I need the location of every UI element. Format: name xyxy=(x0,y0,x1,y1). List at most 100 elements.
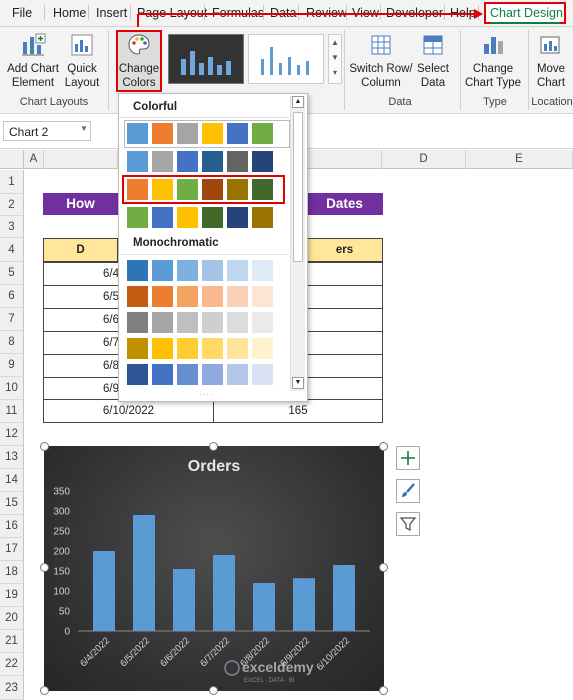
move-chart-label-2: Chart xyxy=(536,77,566,89)
add-chart-element-label-1: Add Chart xyxy=(7,63,59,75)
chart-style-thumbnail-light[interactable] xyxy=(248,34,324,84)
y-tick-label: 0 xyxy=(64,627,70,638)
bar[interactable] xyxy=(133,515,155,631)
bar[interactable] xyxy=(173,569,195,631)
color-swatch xyxy=(177,286,198,307)
x-tick-label: 6/5/2022 xyxy=(118,635,152,669)
colorful-palette-option[interactable] xyxy=(124,120,290,148)
resize-handle-bottom-left[interactable] xyxy=(40,686,49,695)
row-header[interactable]: 5 xyxy=(0,262,24,285)
monochromatic-palette-option[interactable] xyxy=(127,338,287,360)
watermark-name: exceldemy xyxy=(242,659,314,675)
color-swatch xyxy=(152,286,173,307)
chart-elements-button[interactable] xyxy=(396,446,420,470)
resize-handle-bottom[interactable] xyxy=(209,686,218,695)
column-header-e[interactable]: E xyxy=(466,150,573,169)
row-header[interactable]: 15 xyxy=(0,492,24,515)
quick-layout-button[interactable]: Quick Layout xyxy=(60,32,104,90)
scroll-up-button[interactable]: ▲ xyxy=(292,96,304,108)
row-header[interactable]: 1 xyxy=(0,170,24,194)
y-tick-label: 250 xyxy=(53,527,70,538)
select-all-corner[interactable] xyxy=(0,150,24,169)
section-divider xyxy=(119,117,289,118)
name-box-dropdown-icon[interactable]: ▼ xyxy=(80,124,88,133)
row-header[interactable]: 8 xyxy=(0,331,24,354)
resize-handle-right[interactable] xyxy=(379,563,388,572)
row-header[interactable]: 16 xyxy=(0,515,24,538)
bar[interactable] xyxy=(333,565,355,631)
dropdown-scrollbar[interactable]: ▲ ▼ xyxy=(290,96,305,391)
select-data-icon xyxy=(423,35,443,55)
row-header[interactable]: 4 xyxy=(0,238,24,262)
color-swatch xyxy=(227,123,248,144)
group-divider xyxy=(528,30,529,110)
date-cell-last[interactable]: 6/10/2022 xyxy=(43,399,214,423)
monochromatic-palette-option[interactable] xyxy=(127,286,287,308)
add-chart-element-label-2: Element xyxy=(11,77,55,89)
bar[interactable] xyxy=(253,583,275,631)
add-chart-element-button[interactable]: Add Chart Element xyxy=(4,32,62,90)
color-swatch xyxy=(227,312,248,333)
orders-cell-last[interactable]: 165 xyxy=(213,399,383,423)
row-header[interactable]: 12 xyxy=(0,423,24,446)
bar[interactable] xyxy=(213,555,235,631)
column-header-d[interactable]: D xyxy=(382,150,466,169)
row-header[interactable]: 22 xyxy=(0,653,24,676)
group-label-chart-layouts: Chart Layouts xyxy=(19,96,89,108)
scroll-down-button[interactable]: ▼ xyxy=(292,377,304,389)
name-box[interactable]: Chart 2 xyxy=(3,121,91,141)
column-header-b[interactable] xyxy=(44,150,118,169)
move-chart-button[interactable]: Move Chart xyxy=(530,32,572,90)
monochromatic-palette-option[interactable] xyxy=(127,260,287,282)
row-header[interactable]: 10 xyxy=(0,377,24,400)
scroll-thumb[interactable] xyxy=(293,112,303,262)
colorful-palette-option[interactable] xyxy=(127,207,287,229)
switch-row-column-button[interactable]: Switch Row/ Column xyxy=(348,32,414,90)
color-swatch xyxy=(202,207,223,228)
row-header[interactable]: 20 xyxy=(0,607,24,630)
header-cell-date[interactable]: D xyxy=(43,238,118,262)
resize-handle-top-left[interactable] xyxy=(40,442,49,451)
row-header[interactable]: 19 xyxy=(0,584,24,607)
color-swatch xyxy=(127,286,148,307)
row-header[interactable]: 17 xyxy=(0,538,24,561)
color-swatch xyxy=(202,364,223,385)
row-header[interactable]: 18 xyxy=(0,561,24,584)
monochromatic-palette-option[interactable] xyxy=(127,312,287,334)
header-cell-orders[interactable]: ers xyxy=(306,238,383,262)
resize-handle-bottom-right[interactable] xyxy=(379,686,388,695)
resize-grip[interactable]: ···· xyxy=(199,390,214,399)
select-data-button[interactable]: Select Data xyxy=(414,32,452,90)
row-header[interactable]: 7 xyxy=(0,308,24,331)
resize-handle-left[interactable] xyxy=(40,563,49,572)
change-colors-button[interactable]: Change Colors xyxy=(118,32,160,90)
column-header-a[interactable]: A xyxy=(24,150,44,169)
monochromatic-palette-option[interactable] xyxy=(127,364,287,386)
change-chart-type-button[interactable]: Change Chart Type xyxy=(462,32,524,90)
color-swatch xyxy=(152,312,173,333)
resize-handle-top-right[interactable] xyxy=(379,442,388,451)
bar[interactable] xyxy=(293,578,315,631)
bar[interactable] xyxy=(93,551,115,631)
chart-styles-button[interactable] xyxy=(396,479,420,503)
chart-area[interactable]: Orders 0 50 100 150 200 250 300 350 6/4/2022 6/5… xyxy=(44,446,384,691)
row-header[interactable]: 11 xyxy=(0,400,24,423)
chart-filters-button[interactable] xyxy=(396,512,420,536)
color-swatch xyxy=(227,338,248,359)
resize-handle-top[interactable] xyxy=(209,442,218,451)
chart-style-thumbnail-dark[interactable] xyxy=(168,34,244,84)
row-header[interactable]: 9 xyxy=(0,354,24,377)
row-header[interactable]: 21 xyxy=(0,630,24,653)
row-header[interactable]: 23 xyxy=(0,676,24,700)
chart-title[interactable]: Orders xyxy=(188,458,241,475)
colorful-palette-option[interactable] xyxy=(127,151,287,173)
row-header[interactable]: 6 xyxy=(0,285,24,308)
row-header[interactable]: 13 xyxy=(0,446,24,469)
row-header[interactable]: 14 xyxy=(0,469,24,492)
row-header[interactable]: 2 xyxy=(0,194,24,216)
row-header[interactable]: 3 xyxy=(0,216,24,238)
filter-icon xyxy=(399,517,417,532)
column-header-c[interactable] xyxy=(306,150,382,169)
sheet-title-right: Dates xyxy=(306,193,383,215)
chart-styles-gallery-scroll[interactable]: ▲ ▼ ▾ xyxy=(328,34,342,84)
